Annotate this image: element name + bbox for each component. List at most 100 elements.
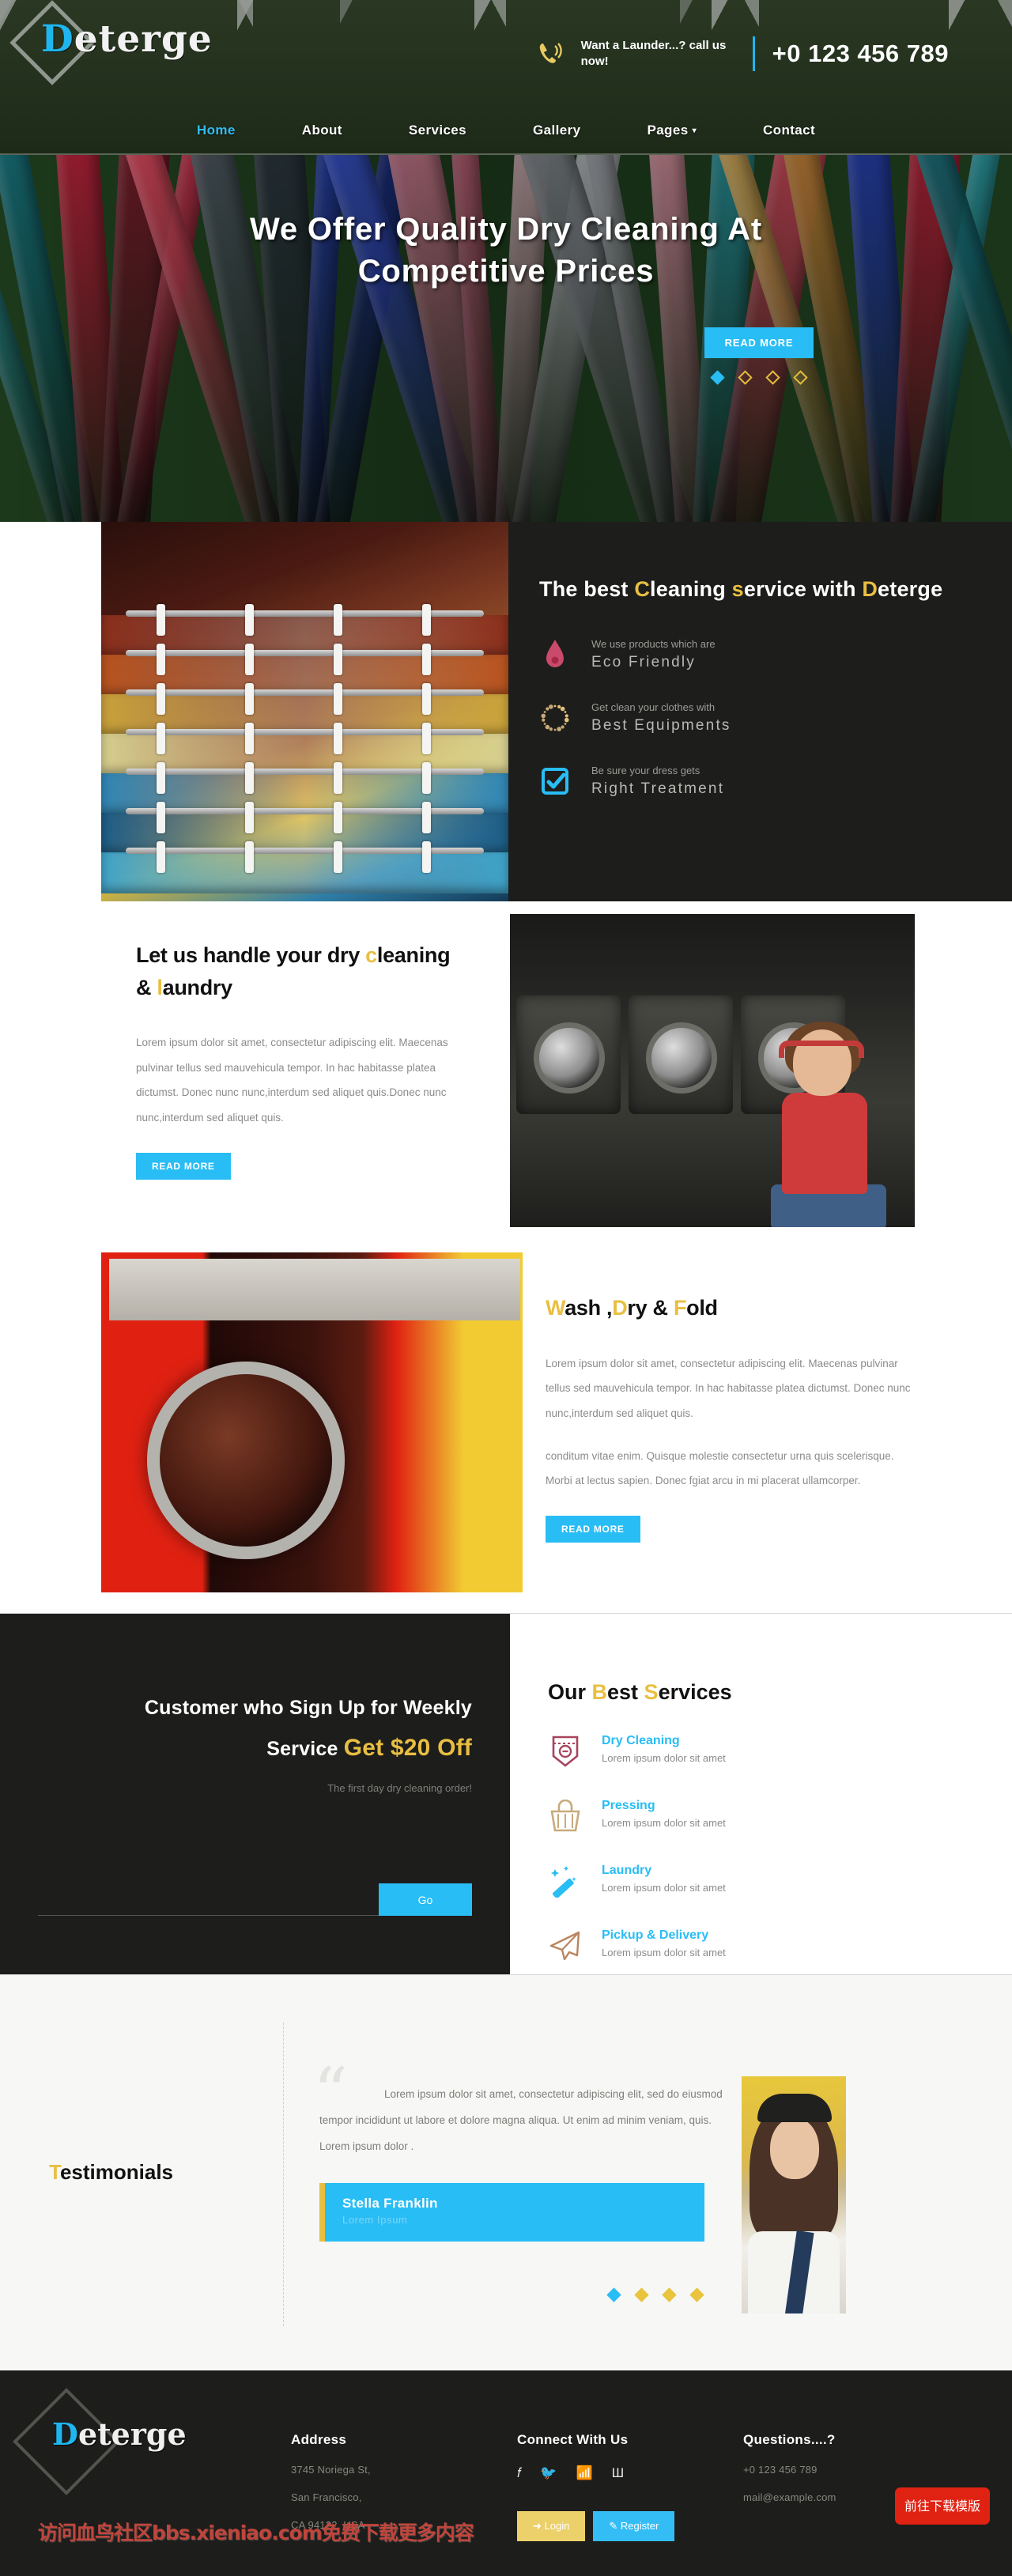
register-button[interactable]: ✎ Register [593,2511,675,2541]
washer-unit [516,995,621,1114]
wash-content: Wash ,Dry & Fold Lorem ipsum dolor sit a… [546,1292,917,1543]
header-phone-number[interactable]: +0 123 456 789 [772,40,949,68]
wash-read-more-button[interactable]: READ MORE [546,1516,640,1543]
feature-eco-friendly: We use products which are Eco Friendly [539,637,966,672]
handle-heading-text: Let us handle your dry [136,943,366,967]
services-heading-text: Our [548,1680,592,1704]
nav-item-home[interactable]: Home [164,123,269,138]
about-heading-accent: D [862,577,878,601]
services-heading-text: est [607,1680,644,1704]
feature-eco-title: Eco Friendly [591,654,696,671]
promo-signup-form: Go [38,1883,472,1916]
service-item-laundry[interactable]: Laundry Lorem ipsum dolor sit amet [548,1864,959,1898]
handle-heading-accent: c [365,943,377,967]
footer-questions-column: Questions....? +0 123 456 789 mail@examp… [743,2432,836,2503]
footer-address-line-1: 3745 Noriega St, [291,2464,371,2476]
hero-slider-dots [710,369,808,385]
testimonials-heading-text: estimonials [59,2160,174,2184]
rss-icon[interactable]: 📶 [576,2465,592,2481]
handle-laundry-section: Let us handle your dry cleaning & laundr… [0,901,1012,1233]
nav-item-pages[interactable]: Pages ▾ [614,123,730,138]
site-footer: Deterge Address 3745 Noriega St, San Fra… [0,2370,1012,2576]
clothespin-clip [422,841,431,873]
chevron-down-icon: ▾ [692,127,697,135]
nav-items: Home About Services Gallery Pages ▾ Conta… [164,123,848,138]
clothespin-clip [422,802,431,833]
about-content: The best Cleaning service with Deterge W… [539,574,966,799]
clothespin-clip [245,604,254,636]
testimonial-dot-4[interactable] [689,2287,704,2302]
footer-logo[interactable]: Deterge [13,2388,187,2495]
hero-dot-1[interactable] [710,369,725,385]
clothespin-clip [157,762,165,794]
watermark-text: 访问血鸟社区bbs.xieniao.com免费下载更多内容 [38,2521,474,2544]
promo-line-1: Customer who Sign Up for Weekly [144,1697,472,1719]
footer-questions-title: Questions....? [743,2432,836,2447]
footer-phone[interactable]: +0 123 456 789 [743,2464,836,2476]
person-cap [757,2094,832,2122]
logo-rest: eterge [74,17,213,61]
clothespin-clip [334,683,342,715]
hero-dot-3[interactable] [765,369,780,385]
facebook-icon[interactable]: 𝑓 [517,2465,521,2481]
nav-item-gallery[interactable]: Gallery [500,123,614,138]
checkbox-checked-icon [539,764,571,799]
about-heading-text: ervice with [743,577,863,601]
footer-email[interactable]: mail@example.com [743,2491,836,2503]
dryer-door [147,1362,345,1559]
hero-banner: We Offer Quality Dry Cleaning At Competi… [0,155,1012,522]
testimonial-dot-1[interactable] [606,2287,621,2302]
page-root: Deterge Want a Launder...? call us now! … [0,0,1012,2576]
service-title: Pressing [602,1799,655,1812]
person-photo [761,1022,894,1227]
service-desc: Lorem ipsum dolor sit amet [602,1752,726,1764]
hero-dot-4[interactable] [793,369,808,385]
handle-heading: Let us handle your dry cleaning & laundr… [136,939,468,1003]
testimonials-divider [283,2023,284,2326]
register-label: Register [620,2520,659,2532]
login-button[interactable]: ➜ Login [517,2511,586,2541]
service-item-pressing[interactable]: Pressing Lorem ipsum dolor sit amet [548,1799,959,1834]
promo-heading: Customer who Sign Up for Weekly Service … [45,1690,472,1770]
testimonial-dot-3[interactable] [662,2287,677,2302]
promo-subtext: The first day dry cleaning order! [327,1782,472,1795]
testimonial-dot-2[interactable] [634,2287,649,2302]
feature-equip-subtitle: Get clean your clothes with [591,701,716,713]
service-item-pickup-delivery[interactable]: Pickup & Delivery Lorem ipsum dolor sit … [548,1928,959,1963]
nav-item-about[interactable]: About [269,123,376,138]
footer-address-column: Address 3745 Noriega St, San Francisco, … [291,2432,371,2531]
footer-logo-initial: D [52,2416,78,2452]
services-panel: Our Best Services Dry Cleaning Lorem ips… [510,1614,1012,1974]
headphones-icon [779,1041,864,1058]
twitter-icon[interactable]: 🐦 [540,2465,557,2481]
feature-eco-subtitle: We use products which are [591,637,716,650]
service-desc: Lorem ipsum dolor sit amet [602,1947,726,1958]
hero-dot-2[interactable] [738,369,753,385]
handle-paragraph: Lorem ipsum dolor sit amet, consectetur … [136,1037,448,1124]
edit-pencil-icon: ✎ [609,2520,618,2532]
promo-email-input[interactable] [38,1887,379,1916]
site-logo[interactable]: Deterge [9,0,213,85]
testimonials-section: Testimonials “ Lorem ipsum dolor sit ame… [0,1975,1012,2370]
testimonial-author-card: Stella Franklin Lorem Ipsum [319,2183,704,2242]
about-heading-accent: s [731,577,744,601]
nav-item-services[interactable]: Services [376,123,500,138]
footer-address-title: Address [291,2432,347,2447]
wash-heading-text: old [686,1296,718,1320]
clothespin-clip [245,723,254,754]
handle-read-more-button[interactable]: READ MORE [136,1152,231,1180]
clothespin-clip [422,762,431,794]
nav-item-contact[interactable]: Contact [730,123,848,138]
dotted-circle-icon [539,701,571,735]
vk-icon[interactable]: Ш [612,2465,625,2481]
clothespin-clip [334,802,342,833]
clothespin-clip [422,604,431,636]
clothespin-clip [157,723,165,754]
service-item-dry-cleaning[interactable]: Dry Cleaning Lorem ipsum dolor sit amet [548,1734,959,1769]
about-towels-image [101,522,508,901]
wash-dry-fold-section: Wash ,Dry & Fold Lorem ipsum dolor sit a… [0,1233,1012,1613]
promo-go-button[interactable]: Go [379,1883,472,1916]
hero-read-more-button[interactable]: READ MORE [704,327,814,358]
feature-treatment-subtitle: Be sure your dress gets [591,764,700,776]
download-template-button[interactable]: 前往下载模版 [894,2487,990,2525]
